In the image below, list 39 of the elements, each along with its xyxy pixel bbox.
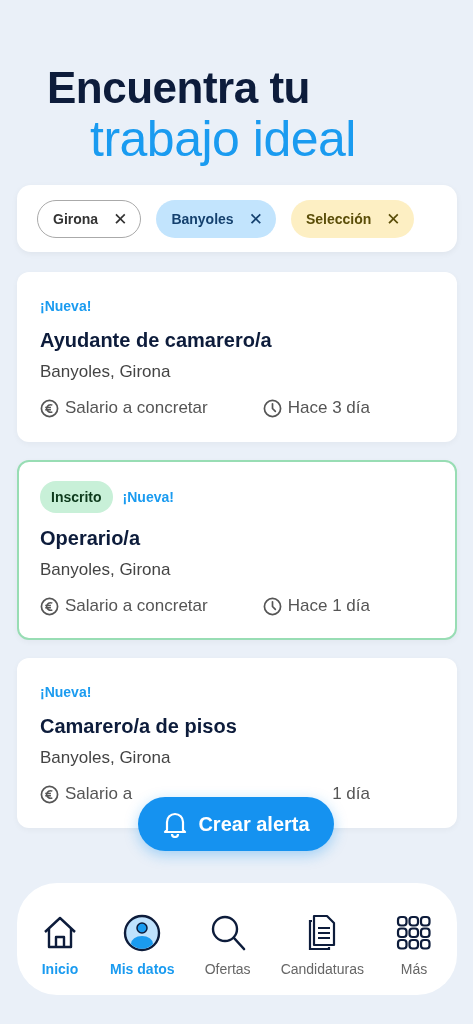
clock-icon <box>262 596 282 616</box>
euro-icon <box>40 596 59 616</box>
status-badge: Inscrito <box>40 481 113 513</box>
chip-label: Girona <box>53 210 99 227</box>
nav-item[interactable]: Ofertas <box>204 913 251 977</box>
job-location: Banyoles, Girona <box>40 560 172 580</box>
nav-item[interactable]: Candidaturas <box>280 913 364 977</box>
new-label: ¡Nueva! <box>40 298 92 314</box>
posted-time: 1 día <box>332 784 370 804</box>
filter-chip[interactable]: Girona ✕ <box>37 199 142 238</box>
clock-icon <box>262 398 282 418</box>
job-title: Ayudante de camarero/a <box>40 329 273 352</box>
profile-icon <box>122 913 163 953</box>
euro-icon <box>40 784 59 804</box>
salary-text: Salario a concretar <box>65 596 208 616</box>
job-title: Camarero/a de pisos <box>40 715 238 738</box>
remove-button[interactable]: ✕ <box>386 208 401 229</box>
posted-time: Hace 3 día <box>287 398 370 418</box>
chip-label: Banyoles <box>171 210 234 227</box>
remove-button[interactable]: ✕ <box>113 208 128 229</box>
job-location: Banyoles, Girona <box>40 748 172 768</box>
bell-icon <box>162 810 189 838</box>
euro-icon <box>40 398 59 418</box>
posted-time: Hace 1 día <box>287 596 370 616</box>
filter-chip[interactable]: Banyoles ✕ <box>156 199 276 238</box>
heading-text: Encuentra tu <box>47 64 310 112</box>
salary-text: Salario a concretar <box>65 398 208 418</box>
job-card[interactable]: ¡Nueva! Ayudante de camarero/a Banyoles, Girona Salario a concretar Hace 3 día <box>17 272 457 442</box>
filter-chip[interactable]: Selección ✕ <box>290 199 414 238</box>
job-location: Banyoles, Girona <box>40 362 172 382</box>
new-label: ¡Nueva! <box>40 684 92 700</box>
job-title: Operario/a <box>40 527 142 550</box>
heading-text: trabajo ideal <box>90 112 356 166</box>
job-card[interactable]: Inscrito ¡Nueva! Operario/a Banyoles, Girona Salario a concretar Hace 1 día <box>17 460 457 640</box>
new-label: ¡Nueva! <box>122 489 174 505</box>
chip-label: Selección <box>305 210 372 227</box>
salary-text: Salario a <box>65 784 133 804</box>
remove-button[interactable]: ✕ <box>248 208 263 229</box>
nav-item[interactable]: Más <box>393 913 434 977</box>
